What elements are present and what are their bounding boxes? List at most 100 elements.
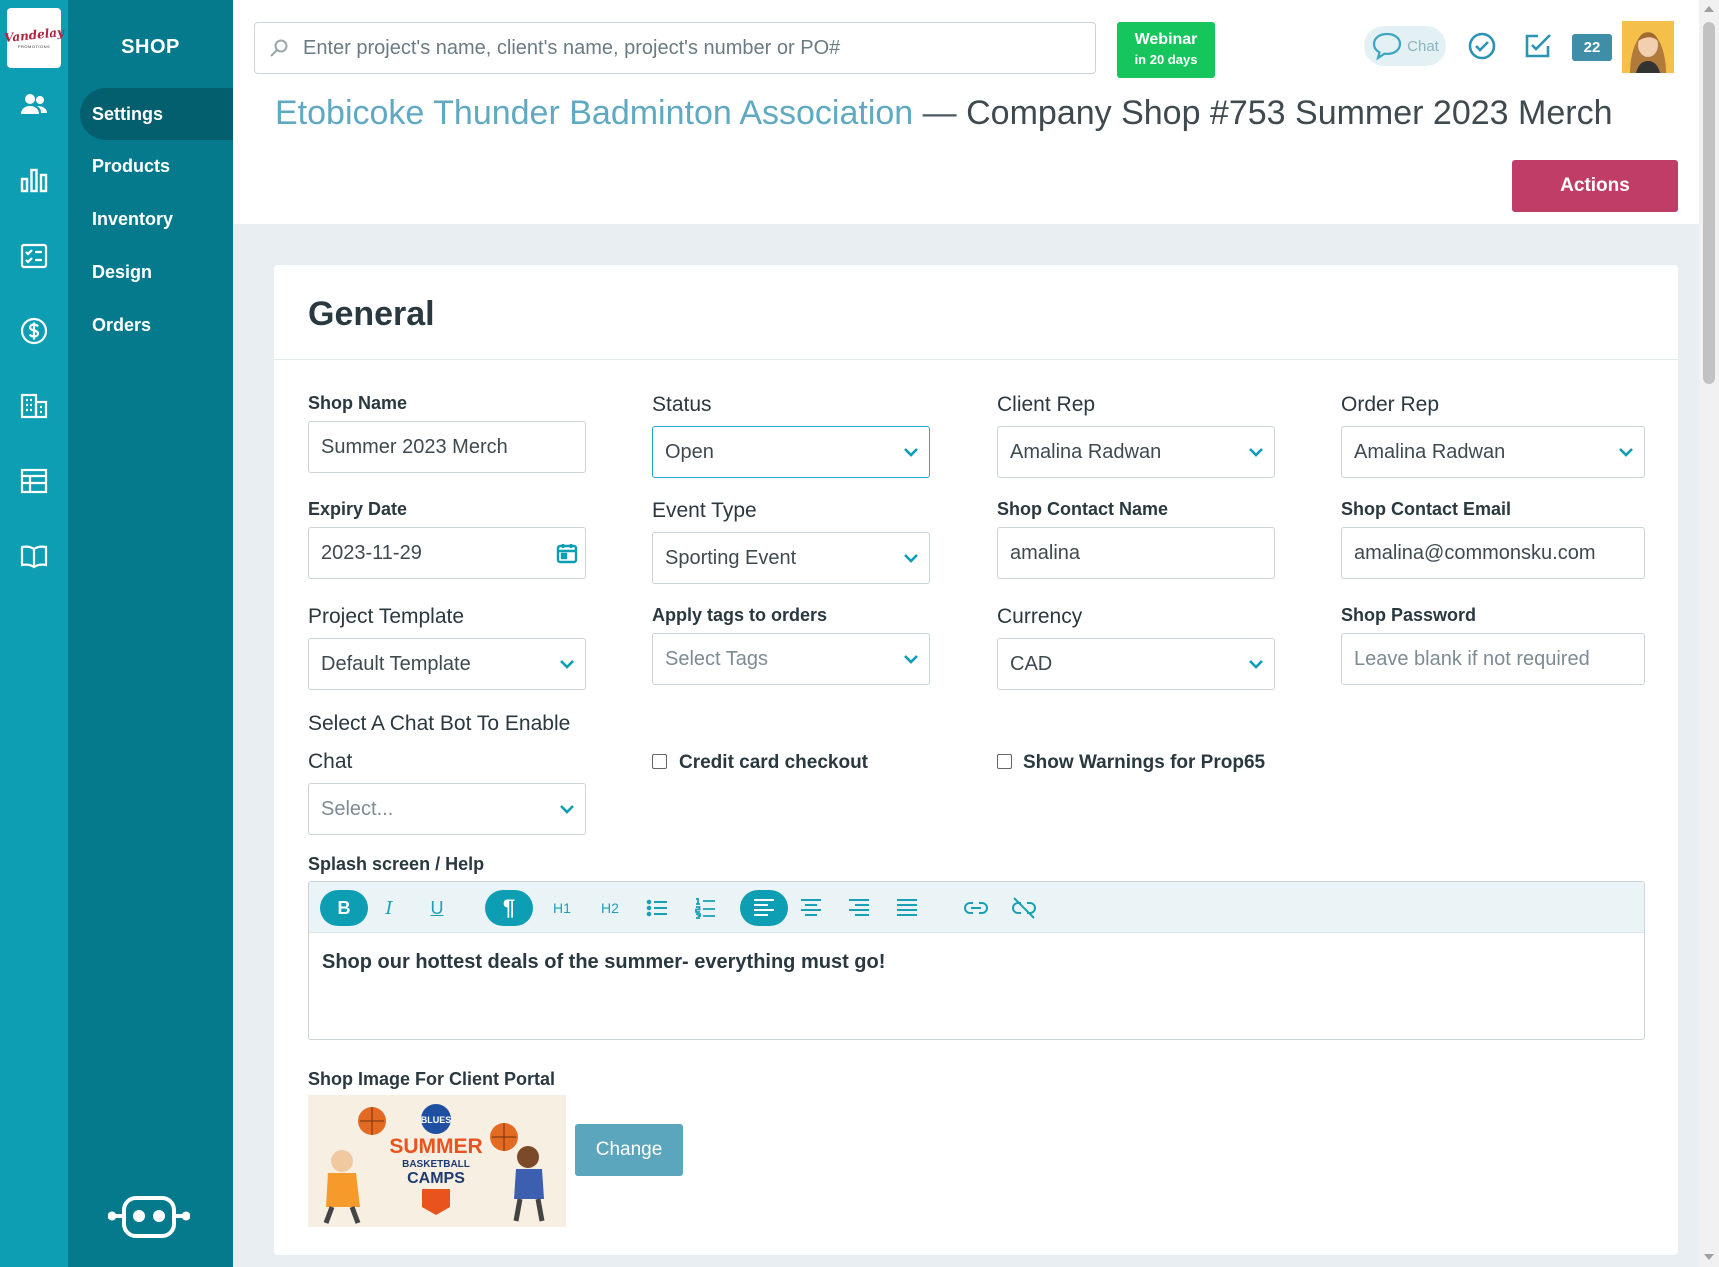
book-icon[interactable]: [18, 540, 50, 572]
chat-bot-label-line1: Select A Chat Bot To Enable: [308, 712, 571, 735]
align-right-icon[interactable]: [844, 890, 874, 926]
scroll-down-arrow-icon[interactable]: [1704, 1254, 1714, 1260]
title-separator: —: [922, 94, 957, 132]
credit-card-checkbox[interactable]: [652, 754, 667, 769]
bar-chart-icon[interactable]: [18, 164, 50, 196]
shop-image-label: Shop Image For Client Portal: [308, 1069, 556, 1089]
event-type-select[interactable]: Sporting Event: [652, 532, 930, 584]
contact-email-field[interactable]: amalina@commonsku.com: [1341, 527, 1645, 579]
change-image-button[interactable]: Change: [575, 1124, 683, 1176]
unlink-icon[interactable]: [1009, 890, 1039, 926]
webinar-countdown: in 20 days: [1134, 52, 1198, 67]
shop-image-thumbnail: BLUES SUMMER BASKETBALL CAMPS: [308, 1095, 566, 1227]
calendar-icon[interactable]: [549, 541, 585, 565]
shop-name-field[interactable]: Summer 2023 Merch: [308, 421, 586, 473]
subnav-title: SHOP: [121, 36, 180, 58]
tags-select[interactable]: Select Tags: [652, 633, 930, 685]
align-justify-icon[interactable]: [892, 890, 922, 926]
credit-card-label: Credit card checkout: [679, 752, 868, 773]
contact-name-field[interactable]: amalina: [997, 527, 1275, 579]
project-template-label: Project Template: [308, 605, 465, 628]
h1-button[interactable]: H1: [545, 890, 579, 926]
image-line1-text: SUMMER: [389, 1135, 482, 1158]
image-line2-text: BASKETBALL: [402, 1159, 470, 1170]
webinar-button[interactable]: Webinar in 20 days: [1117, 22, 1215, 78]
project-template-select[interactable]: Default Template: [308, 638, 586, 690]
page-scrollbar[interactable]: [1699, 0, 1719, 1267]
client-rep-select[interactable]: Amalina Radwan: [997, 426, 1275, 478]
search-input[interactable]: [303, 36, 1083, 60]
chevron-down-icon: [1238, 659, 1274, 669]
contact-name-value: amalina: [1010, 541, 1081, 564]
underline-button[interactable]: U: [422, 890, 452, 926]
scroll-thumb[interactable]: [1703, 22, 1715, 384]
top-header: Webinar in 20 days Chat 22 Etobicoke Thu…: [233, 0, 1699, 224]
order-rep-select[interactable]: Amalina Radwan: [1341, 426, 1645, 478]
user-avatar[interactable]: [1622, 21, 1674, 73]
actions-button[interactable]: Actions: [1512, 160, 1678, 212]
section-title: General: [308, 295, 435, 333]
currency-value: CAD: [1010, 652, 1053, 675]
password-field[interactable]: Leave blank if not required: [1341, 633, 1645, 685]
editor-toolbar: B I U ¶ H1 H2: [309, 882, 1644, 933]
shop-subnav: SHOP Settings Products Inventory Design …: [68, 0, 233, 1267]
numbered-list-icon[interactable]: [690, 890, 720, 926]
editor-content[interactable]: Shop our hottest deals of the summer- ev…: [309, 933, 1644, 992]
password-label: Shop Password: [1341, 605, 1477, 625]
divider: [274, 359, 1678, 360]
bold-button[interactable]: B: [320, 890, 368, 926]
paragraph-button[interactable]: ¶: [485, 890, 533, 926]
shop-name-label: Shop Name: [308, 393, 408, 413]
bullet-list-icon[interactable]: [642, 890, 672, 926]
align-center-icon[interactable]: [796, 890, 826, 926]
nav-item-inventory[interactable]: Inventory: [80, 193, 233, 245]
client-rep-value: Amalina Radwan: [1010, 440, 1162, 463]
scroll-up-arrow-icon[interactable]: [1704, 6, 1714, 12]
chat-bot-select[interactable]: Select...: [308, 783, 586, 835]
image-line3-text: CAMPS: [407, 1170, 465, 1187]
general-card: General Shop Name Summer 2023 Merch Stat…: [274, 265, 1678, 1255]
order-rep-value: Amalina Radwan: [1354, 440, 1506, 463]
link-icon[interactable]: [961, 890, 991, 926]
chevron-down-icon: [549, 659, 585, 669]
h2-button[interactable]: H2: [593, 890, 627, 926]
page-title: Etobicoke Thunder Badminton Association …: [275, 94, 1612, 133]
global-search[interactable]: [254, 22, 1096, 74]
chat-label: Chat: [1407, 37, 1439, 55]
status-label: Status: [652, 393, 712, 416]
notification-count-badge[interactable]: 22: [1572, 34, 1612, 61]
chevron-down-icon: [549, 804, 585, 814]
italic-button[interactable]: I: [374, 890, 404, 926]
contact-email-value: amalina@commonsku.com: [1354, 541, 1596, 564]
company-logo[interactable]: Vandelay PROMOTIONS: [3, 8, 65, 68]
currency-select[interactable]: CAD: [997, 638, 1275, 690]
prop65-checkbox[interactable]: [997, 754, 1012, 769]
chat-button[interactable]: Chat: [1364, 26, 1446, 66]
nav-item-settings[interactable]: Settings: [80, 88, 233, 140]
chat-bot-label-line2: Chat: [308, 750, 353, 773]
nav-item-orders[interactable]: Orders: [80, 299, 233, 351]
dollar-icon[interactable]: [18, 315, 50, 347]
expiry-date-label: Expiry Date: [308, 499, 408, 519]
nav-item-products[interactable]: Products: [80, 140, 233, 192]
align-left-icon[interactable]: [740, 890, 788, 926]
building-icon[interactable]: [18, 390, 50, 422]
people-icon[interactable]: [18, 89, 50, 121]
rich-text-editor[interactable]: B I U ¶ H1 H2 Shop our hottest deals of …: [308, 881, 1645, 1040]
logo-subtext: PROMOTIONS: [17, 43, 51, 49]
chevron-down-icon: [893, 447, 929, 457]
nav-item-design[interactable]: Design: [80, 246, 233, 298]
edit-task-icon[interactable]: [1522, 30, 1554, 62]
expiry-date-field[interactable]: 2023-11-29: [308, 527, 586, 579]
chevron-down-icon: [893, 553, 929, 563]
robot-icon[interactable]: [107, 1192, 191, 1240]
client-name-link[interactable]: Etobicoke Thunder Badminton Association: [275, 94, 913, 132]
table-icon[interactable]: [18, 465, 50, 497]
chat-bot-placeholder: Select...: [321, 797, 394, 820]
status-select[interactable]: Open: [652, 426, 930, 478]
status-value: Open: [665, 440, 714, 463]
chevron-down-icon: [1238, 447, 1274, 457]
check-circle-icon[interactable]: [1466, 30, 1498, 62]
contact-name-label: Shop Contact Name: [997, 499, 1169, 519]
checklist-icon[interactable]: [18, 240, 50, 272]
